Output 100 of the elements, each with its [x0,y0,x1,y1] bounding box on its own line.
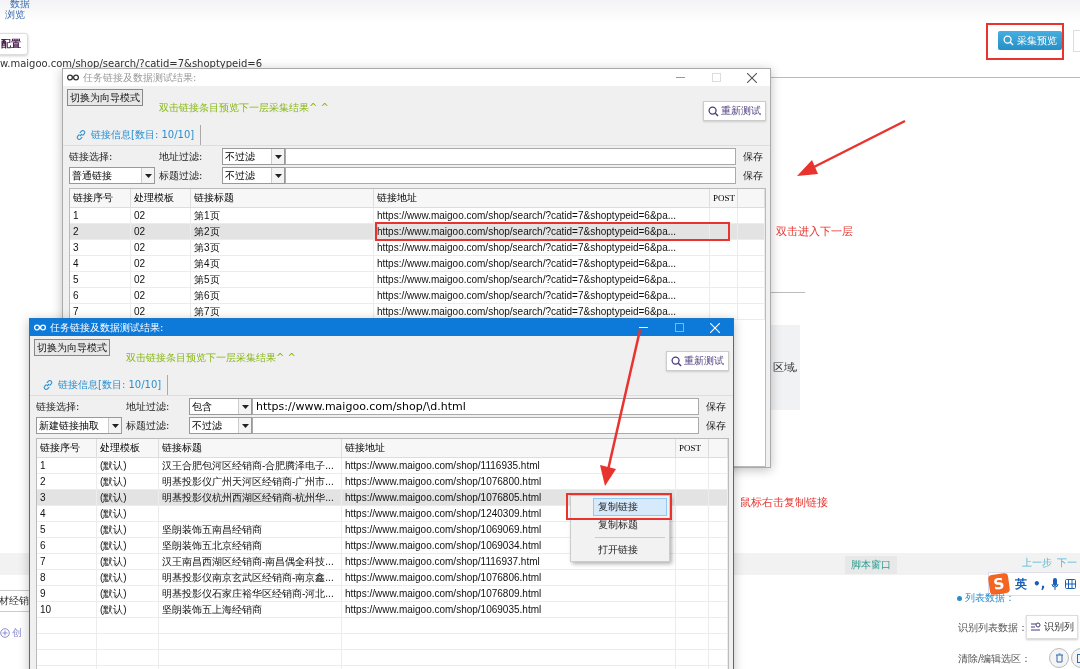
table-cell: 5 [70,272,131,288]
table-cell [676,554,709,570]
address-input-field[interactable] [285,148,736,165]
field-label: 标题过滤: [159,168,204,183]
table-cell [676,506,709,522]
column-header: 链接序号 [70,189,131,208]
title-filter-select[interactable]: 不过滤 [189,417,252,434]
link-icon [75,129,87,141]
maximize-icon [711,73,721,82]
table-cell [738,224,765,240]
ime-mode[interactable]: 英 [1015,575,1027,593]
title-input-field[interactable] [252,417,699,434]
wizard-mode-button[interactable]: 切换为向导模式 [67,89,143,106]
window-title: 任务链接及数据测试结果: [50,320,165,335]
close-icon [747,72,757,83]
table-cell: 7 [37,554,97,570]
microphone-icon[interactable] [1051,578,1060,590]
table-cell [676,490,709,506]
maximize-icon [674,323,684,332]
table-cell: 4 [37,506,97,522]
save-button[interactable]: 保存 [703,418,729,433]
table-cell: 坚朗装饰五上海经销商 [159,602,342,618]
keyboard-icon[interactable] [1065,579,1077,589]
retest-button[interactable]: 重新测试 [703,101,766,121]
bullet-icon [957,596,962,601]
field-label: 清除/编辑选区： [958,652,1032,666]
table-cell: 汉王南昌西湖区经销商-南昌偶全科技... [159,554,342,570]
table-cell: 坚朗装饰五南昌经销商 [159,522,342,538]
trash-icon[interactable] [1049,648,1069,668]
title-filter-select[interactable]: 不过滤 [222,167,285,184]
link-icon [42,379,54,391]
info-text: 区域, [772,360,798,375]
ime-punctuation[interactable]: •, [1033,577,1046,591]
link-type-select[interactable]: 普通链接 [69,167,155,184]
dropdown-caret-icon [274,173,282,178]
table-cell: (默认) [97,522,159,538]
table-cell: https://www.maigoo.com/shop/1069035.html [342,602,676,618]
table-cell: 02 [131,256,191,272]
table-cell: 02 [131,208,191,224]
field-label: 地址过滤: [159,149,204,164]
table-cell: https://www.maigoo.com/shop/1076809.html [342,586,676,602]
table-cell [676,538,709,554]
table-cell: 第3页 [191,240,374,256]
field-label: 标题过滤: [126,418,171,433]
table-cell: 明基投影仪石家庄裕华区经销商-河北... [159,586,342,602]
field-label: 地址过滤: [126,399,171,414]
address-filter-select[interactable]: 包含 [189,398,252,415]
link-type-select[interactable]: 新建链接抽取 [36,417,122,434]
table-cell: (默认) [97,474,159,490]
save-button[interactable]: 保存 [740,168,766,183]
dropdown-caret-icon [111,423,119,428]
annotation-text: 双击进入下一层 [776,224,853,239]
identify-button[interactable]: 识别列 [1026,615,1078,639]
table-cell: 明基投影仪南京玄武区经销商-南京鑫... [159,570,342,586]
save-button[interactable]: 保存 [703,399,729,414]
glasses-icon [67,74,79,81]
table-cell: https://www.maigoo.com/shop/search/?catid=7&shoptypeid=6&pa... [374,272,710,288]
field-label: 识别列表数据： [958,621,1028,635]
retest-button[interactable]: 重新测试 [666,351,729,371]
menu-item[interactable]: 复制链接 [593,498,667,516]
column-header: 处理模板 [131,189,191,208]
table-cell: https://www.maigoo.com/shop/search/?catid=7&shoptypeid=6&pa... [374,288,710,304]
table-cell: (默认) [97,458,159,474]
table-cell: 第5页 [191,272,374,288]
table-cell: 4 [70,256,131,272]
table-cell: https://www.maigoo.com/shop/1076800.html [342,474,676,490]
table-cell: https://www.maigoo.com/shop/1116935.html [342,458,676,474]
address-input-field[interactable]: https://www.maigoo.com/shop/\d.html [252,398,699,415]
table-cell: (默认) [97,602,159,618]
window-title: 任务链接及数据测试结果: [83,70,198,85]
table-cell: https://www.maigoo.com/shop/search/?catid=7&shoptypeid=6&pa... [374,256,710,272]
close-icon [710,322,720,333]
plus-circle-icon [0,628,10,638]
table-cell: 坚朗装饰五北京经销商 [159,538,342,554]
config-button[interactable]: 配置 [0,33,28,55]
table-cell: (默认) [97,570,159,586]
search-icon [1003,35,1014,46]
column-header: 处理模板 [97,439,159,458]
table-cell [710,224,738,240]
table-cell: (默认) [97,538,159,554]
table-cell: 1 [37,458,97,474]
hint-text: 双击链接条目预览下一层采集结果^ ^ [159,101,329,115]
dropdown-caret-icon [274,154,282,159]
table-cell: 6 [70,288,131,304]
minimize-icon [675,77,685,78]
column-header: POST [710,189,738,208]
save-button[interactable]: 保存 [740,149,766,164]
title-input-field[interactable] [285,167,736,184]
column-header: 链接序号 [37,439,97,458]
field-label: 链接选择: [36,399,81,414]
address-filter-select[interactable]: 不过滤 [222,148,285,165]
table-cell: 3 [70,240,131,256]
table-cell: 明基投影仪杭州西湖区经销商-杭州华... [159,490,342,506]
table-cell: 02 [131,240,191,256]
wizard-mode-button[interactable]: 切换为向导模式 [34,339,110,356]
search-icon [708,105,719,117]
table-cell: 2 [37,474,97,490]
table-cell: 02 [131,224,191,240]
table-cell: 5 [37,522,97,538]
table-cell [676,458,709,474]
